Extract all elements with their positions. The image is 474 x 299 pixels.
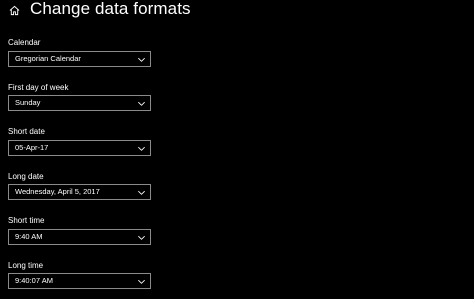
first-day-of-week-value: Sunday xyxy=(15,98,41,107)
long-time-dropdown[interactable]: 9:40:07 AM xyxy=(8,273,151,289)
first-day-of-week-label: First day of week xyxy=(8,83,69,92)
calendar-value: Gregorian Calendar xyxy=(15,54,81,63)
chevron-down-icon xyxy=(138,101,145,106)
chevron-down-icon xyxy=(138,235,145,240)
long-date-value: Wednesday, April 5, 2017 xyxy=(15,187,100,196)
long-date-dropdown[interactable]: Wednesday, April 5, 2017 xyxy=(8,184,151,200)
calendar-label: Calendar xyxy=(8,38,41,47)
short-date-value: 05-Apr-17 xyxy=(15,143,49,152)
short-time-label: Short time xyxy=(8,216,45,225)
chevron-down-icon xyxy=(138,279,145,284)
first-day-of-week-dropdown[interactable]: Sunday xyxy=(8,95,151,111)
long-time-label: Long time xyxy=(8,261,44,270)
short-time-value: 9:40 AM xyxy=(15,232,43,241)
chevron-down-icon xyxy=(138,190,145,195)
short-date-dropdown[interactable]: 05-Apr-17 xyxy=(8,140,151,156)
long-date-label: Long date xyxy=(8,172,44,181)
chevron-down-icon xyxy=(138,146,145,151)
calendar-dropdown[interactable]: Gregorian Calendar xyxy=(8,51,151,67)
short-date-label: Short date xyxy=(8,127,45,136)
page-title: Change data formats xyxy=(30,0,191,18)
home-icon xyxy=(9,5,19,15)
home-button[interactable] xyxy=(6,2,22,18)
short-time-dropdown[interactable]: 9:40 AM xyxy=(8,229,151,245)
chevron-down-icon xyxy=(138,57,145,62)
long-time-value: 9:40:07 AM xyxy=(15,276,53,285)
page-header: Change data formats xyxy=(0,0,474,24)
